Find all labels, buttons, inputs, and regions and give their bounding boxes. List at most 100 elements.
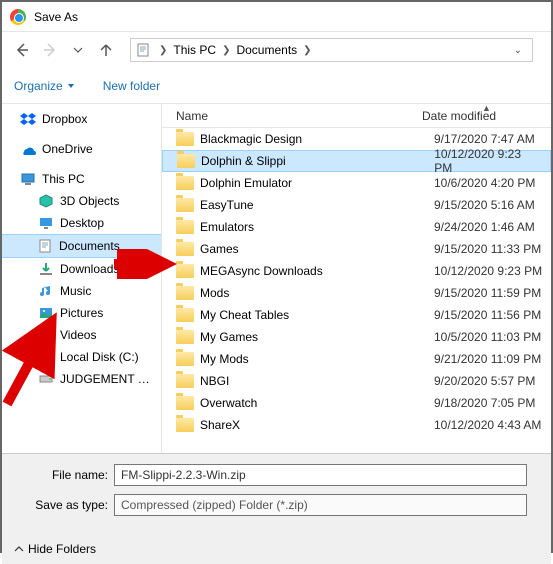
recent-dropdown[interactable] [66, 38, 90, 62]
folder-icon [176, 374, 194, 388]
file-pane: ▲ Name Date modified Blackmagic Design9/… [162, 104, 551, 453]
folder-icon [176, 308, 194, 322]
chevron-right-icon: ❯ [218, 45, 234, 56]
file-name: My Mods [200, 352, 434, 366]
back-button[interactable] [10, 38, 34, 62]
sidebar-item-label: Local Disk (C:) [60, 350, 139, 364]
chrome-icon [10, 9, 26, 25]
titlebar: Save As [2, 2, 551, 32]
folder-icon [176, 132, 194, 146]
file-name-input[interactable] [114, 464, 527, 486]
file-name: Emulators [200, 220, 434, 234]
sidebar-item-label: Desktop [60, 216, 104, 230]
folder-icon [177, 154, 195, 168]
sidebar-item-dropbox[interactable]: Dropbox [2, 108, 161, 130]
thispc-icon [20, 171, 36, 187]
file-date: 9/18/2020 7:05 PM [434, 396, 535, 410]
file-list[interactable]: Blackmagic Design9/17/2020 7:47 AM Dolphi… [162, 128, 551, 453]
file-name: Blackmagic Design [200, 132, 434, 146]
hide-folders-button[interactable]: Hide Folders [14, 542, 96, 556]
file-row[interactable]: Dolphin Emulator10/6/2020 4:20 PM [162, 172, 551, 194]
up-button[interactable] [94, 38, 118, 62]
desktop-icon [38, 215, 54, 231]
file-row[interactable]: MEGAsync Downloads10/12/2020 9:23 PM [162, 260, 551, 282]
forward-button[interactable] [38, 38, 62, 62]
sidebar-item-onedrive[interactable]: OneDrive [2, 138, 161, 160]
window-title: Save As [34, 10, 78, 24]
chevron-right-icon: ❯ [299, 45, 315, 56]
file-row[interactable]: Overwatch9/18/2020 7:05 PM [162, 392, 551, 414]
sidebar-item-label: Videos [60, 328, 96, 342]
file-row[interactable]: Emulators9/24/2020 1:46 AM [162, 216, 551, 238]
file-row[interactable]: Dolphin & Slippi10/12/2020 9:23 PM [162, 150, 551, 172]
file-name: Games [200, 242, 434, 256]
save-type-select[interactable]: Compressed (zipped) Folder (*.zip) [114, 494, 527, 516]
videos-icon [38, 327, 54, 343]
music-icon [38, 283, 54, 299]
sidebar-item-label: Music [60, 284, 91, 298]
file-row[interactable]: EasyTune9/15/2020 5:16 AM [162, 194, 551, 216]
folder-icon [176, 352, 194, 366]
file-date: 10/5/2020 11:03 PM [434, 330, 541, 344]
folder-icon [176, 396, 194, 410]
3d-icon [38, 193, 54, 209]
breadcrumb[interactable]: ❯ This PC ❯ Documents ❯ ⌄ [130, 38, 533, 62]
file-date: 10/12/2020 9:23 PM [434, 147, 542, 175]
sidebar-item-label: Documents [59, 239, 120, 253]
file-name: EasyTune [200, 198, 434, 212]
downloads-icon [38, 261, 54, 277]
sidebar-item-local-disk-c-[interactable]: Local Disk (C:) [2, 346, 161, 368]
sidebar-item-documents[interactable]: Documents [2, 234, 161, 258]
new-folder-button[interactable]: New folder [103, 79, 160, 93]
file-name-label: File name: [14, 468, 114, 482]
sidebar-item-pictures[interactable]: Pictures [2, 302, 161, 324]
sidebar-item-music[interactable]: Music [2, 280, 161, 302]
sidebar-item-videos[interactable]: Videos [2, 324, 161, 346]
organize-button[interactable]: Organize [14, 79, 75, 93]
file-name: NBGI [200, 374, 434, 388]
folder-icon [176, 220, 194, 234]
document-icon [135, 42, 151, 58]
pictures-icon [38, 305, 54, 321]
file-row[interactable]: Mods9/15/2020 11:59 PM [162, 282, 551, 304]
sidebar-item-judgement-nut[interactable]: JUDGEMENT NUT [2, 368, 161, 390]
save-type-label: Save as type: [14, 498, 114, 512]
sidebar-item-label: OneDrive [42, 142, 93, 156]
folder-icon [176, 418, 194, 432]
sidebar-item-3d-objects[interactable]: 3D Objects [2, 190, 161, 212]
folder-icon [176, 286, 194, 300]
file-row[interactable]: My Mods9/21/2020 11:09 PM [162, 348, 551, 370]
breadcrumb-root[interactable]: This PC [171, 43, 218, 57]
file-date: 9/15/2020 5:16 AM [434, 198, 535, 212]
column-name[interactable]: Name [170, 109, 422, 123]
file-row[interactable]: My Games10/5/2020 11:03 PM [162, 326, 551, 348]
disk-icon [38, 371, 54, 387]
file-row[interactable]: ShareX10/12/2020 4:43 AM [162, 414, 551, 436]
file-date: 9/15/2020 11:56 PM [434, 308, 541, 322]
sidebar-item-downloads[interactable]: Downloads [2, 258, 161, 280]
sidebar[interactable]: Dropbox OneDrive This PC 3D Objects Desktop D… [2, 104, 162, 453]
chevron-down-icon[interactable]: ⌄ [508, 45, 528, 56]
list-header[interactable]: ▲ Name Date modified [162, 104, 551, 128]
main-area: Dropbox OneDrive This PC 3D Objects Desktop D… [2, 104, 551, 454]
file-date: 10/12/2020 4:43 AM [434, 418, 541, 432]
file-row[interactable]: My Cheat Tables9/15/2020 11:56 PM [162, 304, 551, 326]
file-row[interactable]: Games9/15/2020 11:33 PM [162, 238, 551, 260]
sidebar-item-this-pc[interactable]: This PC [2, 168, 161, 190]
sidebar-item-desktop[interactable]: Desktop [2, 212, 161, 234]
breadcrumb-folder[interactable]: Documents [234, 43, 299, 57]
folder-icon [176, 242, 194, 256]
file-date: 9/17/2020 7:47 AM [434, 132, 535, 146]
file-date: 9/21/2020 11:09 PM [434, 352, 541, 366]
sidebar-item-label: 3D Objects [60, 194, 119, 208]
file-date: 10/6/2020 4:20 PM [434, 176, 535, 190]
folder-icon [176, 176, 194, 190]
chevron-right-icon: ❯ [155, 45, 171, 56]
file-name: Mods [200, 286, 434, 300]
file-date: 9/20/2020 5:57 PM [434, 374, 535, 388]
folder-icon [176, 198, 194, 212]
file-name: My Cheat Tables [200, 308, 434, 322]
disk-icon [38, 349, 54, 365]
sidebar-item-label: Dropbox [42, 112, 87, 126]
file-row[interactable]: NBGI9/20/2020 5:57 PM [162, 370, 551, 392]
